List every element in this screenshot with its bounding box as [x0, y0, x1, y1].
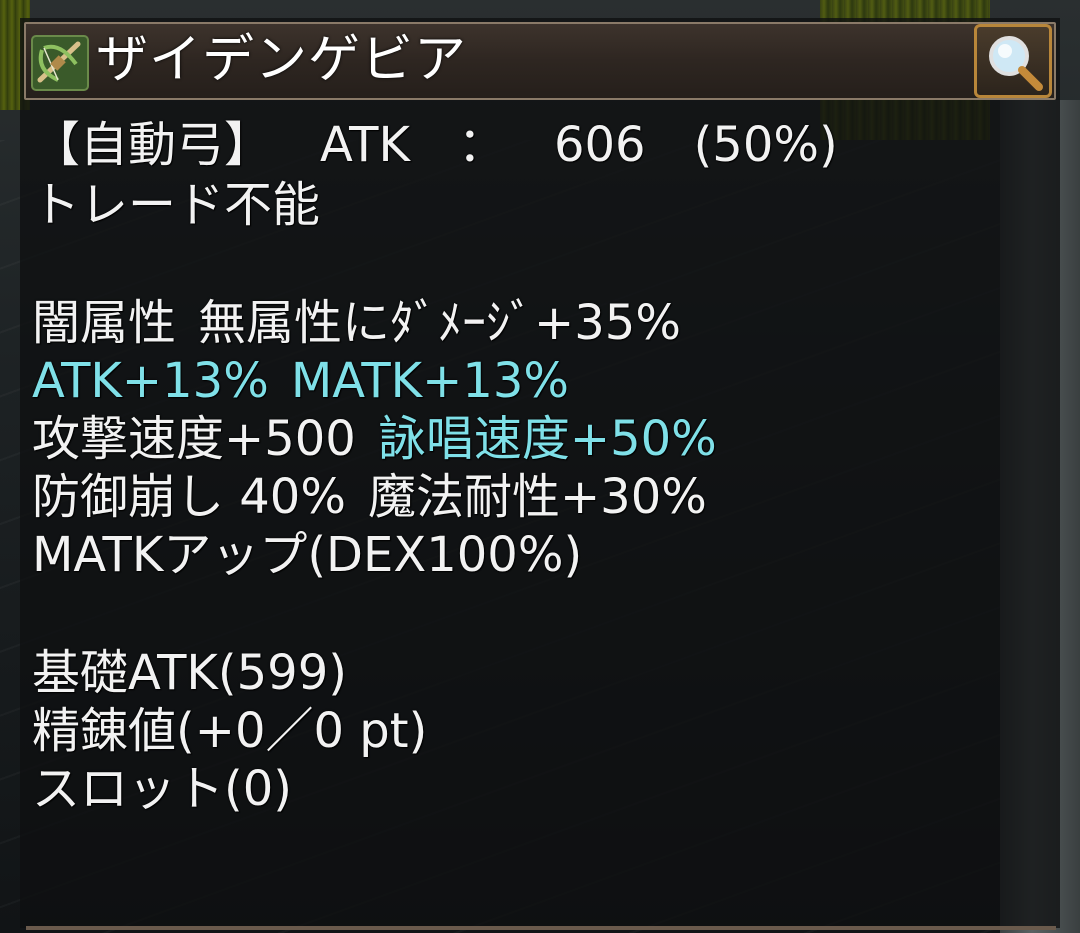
matk-bonus: MATK+13% — [290, 353, 570, 409]
crossbow-icon — [30, 34, 90, 92]
base-atk-line: 基礎ATK(599) — [32, 645, 347, 701]
atk-label: ATK — [320, 117, 410, 173]
weapon-type-line: 【自動弓】 ATK ： 606 (50%) — [32, 116, 838, 174]
element-attribute: 闇属性 — [32, 295, 177, 351]
atk-matk-bonus-line: ATK+13% MATK+13% — [32, 352, 569, 410]
speed-line: 攻撃速度+500 詠唱速度+50% — [32, 410, 717, 468]
element-line: 闇属性 無属性にﾀﾞﾒｰｼﾞ+35% — [32, 294, 681, 352]
atk-value: 606 — [553, 117, 646, 173]
defense-break: 防御崩し 40% — [32, 469, 346, 525]
cast-speed-bonus: 詠唱速度+50% — [377, 411, 717, 467]
atk-separator: ： — [457, 117, 506, 173]
weapon-type: 【自動弓】 — [32, 117, 273, 173]
defense-line: 防御崩し 40% 魔法耐性+30% — [32, 468, 707, 526]
attack-speed-bonus: 攻撃速度+500 — [32, 411, 356, 467]
element-damage-bonus: 無属性にﾀﾞﾒｰｼﾞ+35% — [198, 295, 681, 351]
inspect-button[interactable] — [974, 24, 1052, 98]
trade-restriction: トレード不能 — [32, 177, 321, 233]
magic-resistance: 魔法耐性+30% — [367, 469, 707, 525]
matk-up-line: MATKアップ(DEX100%) — [32, 527, 583, 583]
panel-bottom-border — [26, 926, 1056, 930]
atk-bonus: ATK+13% — [32, 353, 269, 409]
slot-line: スロット(0) — [32, 761, 292, 817]
magnifier-icon — [989, 36, 1043, 91]
item-name: ザイデンゲビア — [96, 30, 468, 90]
refine-line: 精錬値(+0／0 pt) — [32, 703, 428, 759]
atk-percent: (50%) — [693, 117, 838, 173]
